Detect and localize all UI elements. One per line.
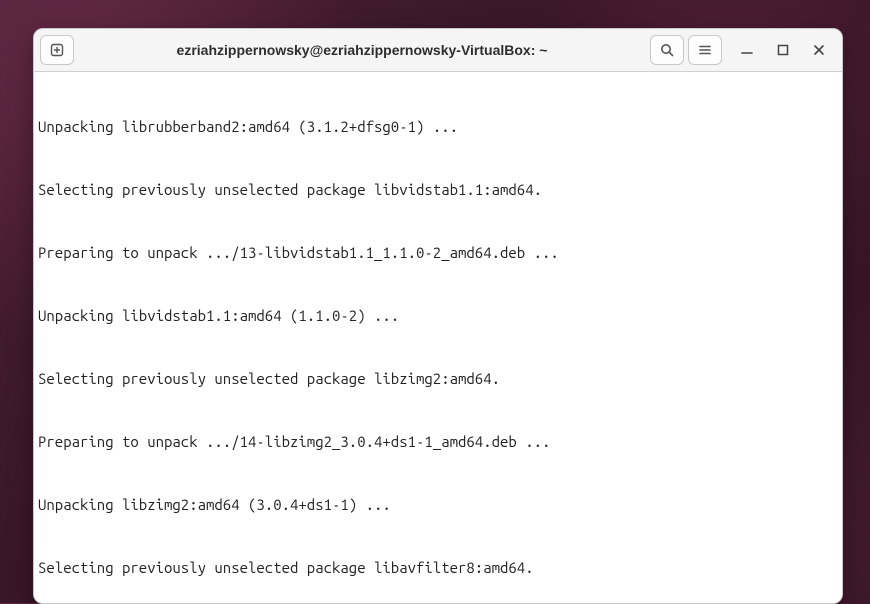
titlebar: ezriahzippernowsky@ezriahzippernowsky-Vi… [34,29,842,72]
terminal-line: Preparing to unpack .../14-libzimg2_3.0.… [38,431,840,452]
minimize-button[interactable] [736,39,758,61]
terminal-window: ezriahzippernowsky@ezriahzippernowsky-Vi… [33,28,843,604]
window-controls [726,39,836,61]
window-title: ezriahzippernowsky@ezriahzippernowsky-Vi… [78,42,646,58]
menu-button[interactable] [688,35,722,65]
terminal-line: Unpacking libvidstab1.1:amd64 (1.1.0-2) … [38,305,840,326]
terminal-line: Selecting previously unselected package … [38,557,840,578]
hamburger-icon [697,42,713,58]
close-button[interactable] [808,39,830,61]
terminal-line: Unpacking libzimg2:amd64 (3.0.4+ds1-1) .… [38,494,840,515]
new-tab-button[interactable] [40,35,74,65]
terminal-line: Selecting previously unselected package … [38,179,840,200]
maximize-button[interactable] [772,39,794,61]
terminal-line: Unpacking librubberband2:amd64 (3.1.2+df… [38,116,840,137]
terminal-line: Selecting previously unselected package … [38,368,840,389]
search-button[interactable] [650,35,684,65]
search-icon [659,42,675,58]
close-icon [812,43,826,57]
terminal-body[interactable]: Unpacking librubberband2:amd64 (3.1.2+df… [34,72,842,603]
terminal-line: Preparing to unpack .../13-libvidstab1.1… [38,242,840,263]
minimize-icon [740,43,754,57]
maximize-icon [776,43,790,57]
new-tab-icon [49,42,65,58]
